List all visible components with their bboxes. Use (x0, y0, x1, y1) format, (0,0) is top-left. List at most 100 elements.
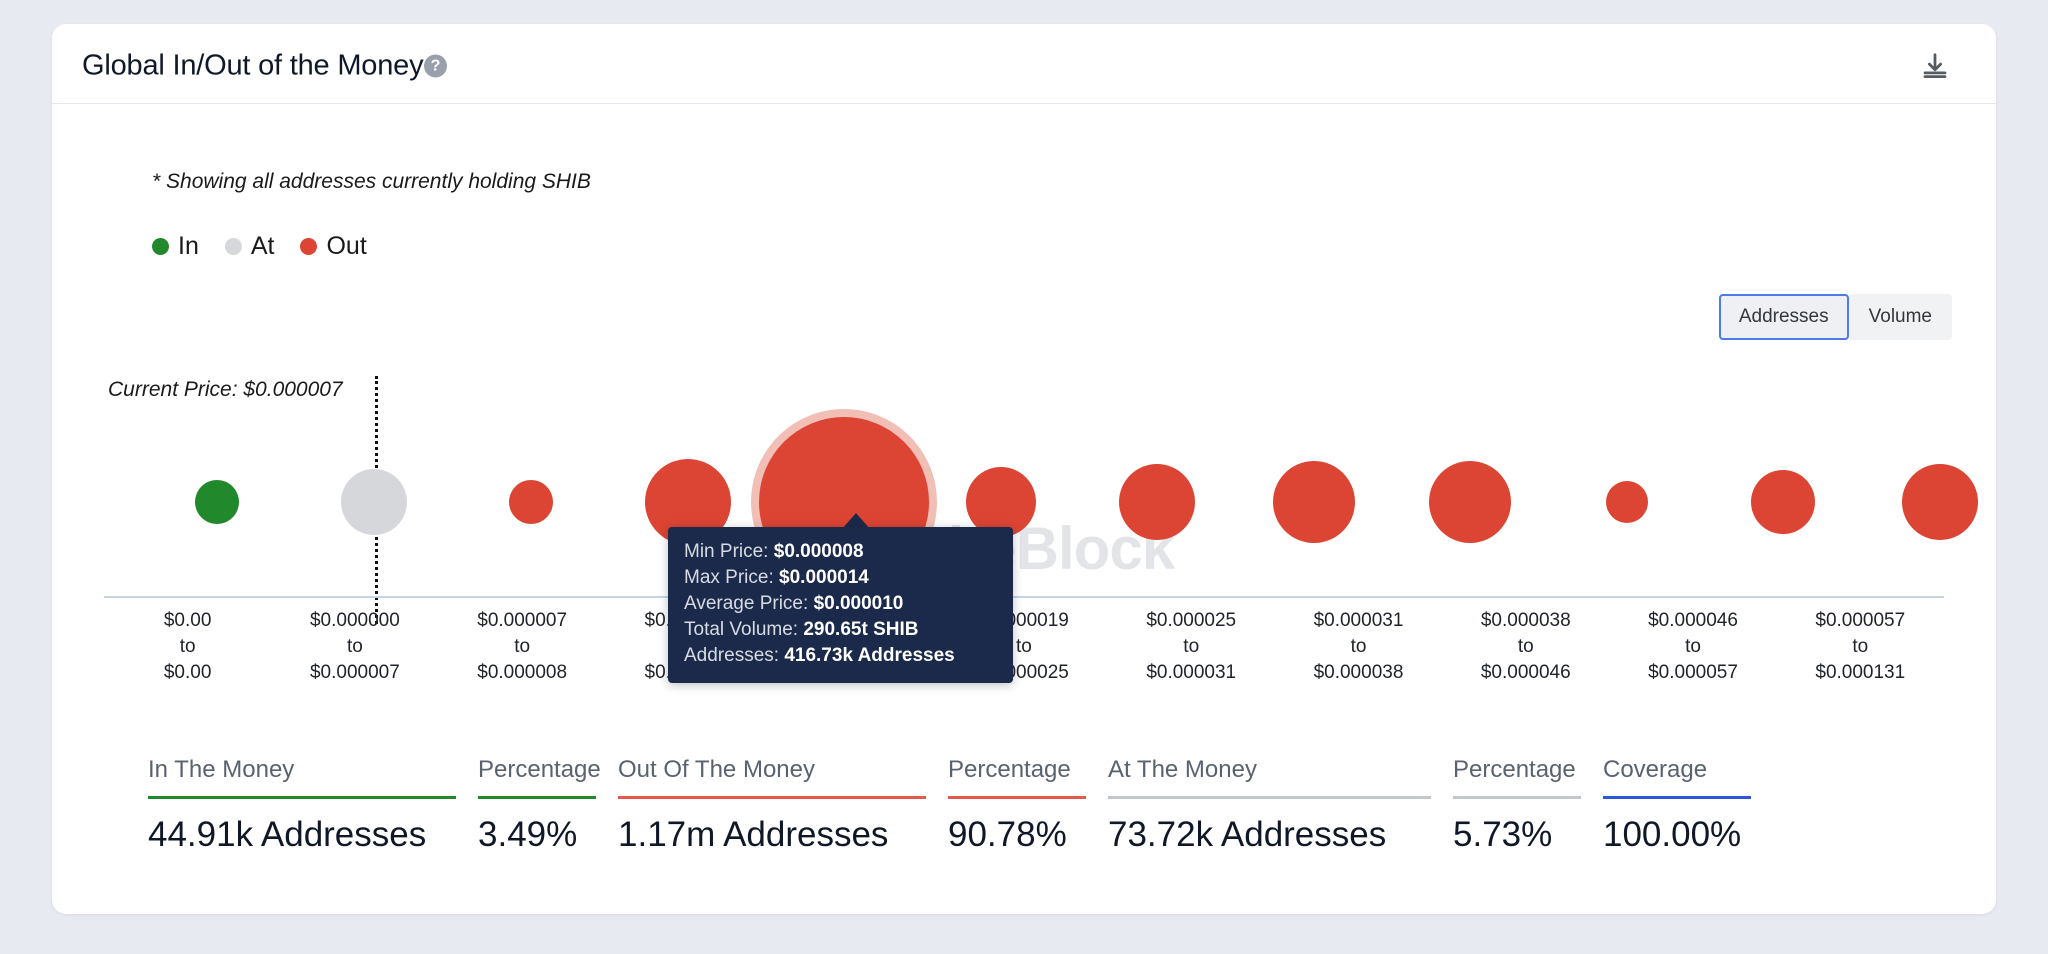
stat-label: Out Of The Money (618, 756, 815, 783)
question-mark-icon[interactable]: ? (424, 54, 447, 78)
stat-value: 100.00% (1603, 815, 1742, 854)
tab-addresses[interactable]: Addresses (1718, 294, 1849, 340)
stat-rule (148, 796, 456, 799)
legend-label-in: In (178, 232, 199, 260)
stat-in-the-money-1: In The Money 44.91k Addresses (148, 756, 478, 855)
axis-tick-from: $0.000038 (1480, 610, 1571, 631)
tooltip-value-min-price: $0.000008 (773, 541, 864, 562)
legend-label-at: At (250, 232, 275, 260)
stat-rule (1108, 796, 1431, 799)
bubble-12-out[interactable] (1902, 464, 1978, 540)
bubble-1-in[interactable] (195, 480, 239, 524)
stat-rule (618, 796, 926, 799)
tooltip-value-addresses: 416.73k Addresses (784, 645, 955, 666)
stat-value: 73.72k Addresses (1108, 815, 1387, 854)
stat-label: At The Money (1108, 756, 1257, 783)
axis-tick-from: $0.000046 (1648, 610, 1738, 631)
axis-tick-10: $0.000046 to $0.000057 (1609, 608, 1776, 686)
page-title: Global In/Out of the Money (82, 49, 424, 82)
tooltip-row-addresses: Addresses: 416.73k Addresses (684, 643, 997, 669)
axis-tick-to: $0.00 (163, 662, 212, 683)
stat-value: 3.49% (478, 815, 578, 854)
tooltip-label-addresses: Addresses: (684, 645, 780, 666)
axis-tick-3: $0.000007 to $0.000008 (439, 608, 606, 686)
stat-value: 1.17m Addresses (618, 815, 889, 854)
bubble-2-at[interactable] (341, 469, 407, 535)
axis-tick-to: $0.000031 (1146, 662, 1237, 683)
axis-tick-separator: to (346, 636, 363, 657)
stat-rule (478, 796, 596, 799)
tooltip-value-max-price: $0.000014 (779, 567, 869, 588)
bubble-10-out[interactable] (1606, 481, 1648, 523)
legend: In At Out (152, 232, 381, 261)
axis-tick-to: $0.000046 (1480, 662, 1571, 683)
current-price-label: Current Price: $0.000007 (108, 378, 343, 401)
tooltip-row-max-price: Max Price: $0.000014 (684, 565, 997, 591)
legend-label-out: Out (326, 232, 367, 260)
axis-tick-from: $0.000057 (1815, 610, 1906, 631)
axis-tick-to: $0.000131 (1815, 662, 1906, 683)
stat-rule (1453, 796, 1581, 799)
stat-value: 44.91k Addresses (148, 815, 427, 854)
bubble-3-out[interactable] (509, 480, 553, 524)
tooltip-row-average-price: Average Price: $0.000010 (684, 591, 997, 617)
stat-percentage-2: Percentage 3.49% (478, 756, 618, 855)
tooltip-label-max-price: Max Price: (684, 567, 774, 588)
axis-tick-separator: to (1350, 636, 1367, 657)
bubble-7-out[interactable] (1119, 464, 1195, 540)
axis-tick-11: $0.000057 to $0.000131 (1777, 608, 1944, 686)
tooltip-value-total-volume: 290.65t SHIB (803, 619, 919, 640)
axis-tick-2: $0.000000 to $0.000007 (271, 608, 438, 686)
stat-rule (948, 796, 1086, 799)
axis-tick-8: $0.000031 to $0.000038 (1275, 608, 1442, 686)
card-header: Global In/Out of the Money ? (52, 24, 1996, 104)
stat-percentage-6: Percentage 5.73% (1453, 756, 1603, 855)
tooltip-row-min-price: Min Price: $0.000008 (684, 539, 997, 565)
axis-tick-separator: to (1685, 636, 1701, 657)
legend-dot-out-icon (300, 238, 318, 255)
axis-tick-separator: to (179, 636, 196, 657)
stat-label: Percentage (1453, 756, 1576, 783)
axis-tick-from: $0.000007 (477, 610, 568, 631)
stat-label: In The Money (148, 756, 295, 783)
axis-tick-from: $0.000025 (1146, 610, 1237, 631)
chart-card: Global In/Out of the Money ? * Showing a… (52, 24, 1996, 914)
axis-tick-from: $0.000031 (1313, 610, 1404, 631)
tooltip-label-total-volume: Total Volume: (684, 619, 799, 640)
stat-label: Percentage (948, 756, 1071, 783)
bubble-tooltip: Min Price: $0.000008 Max Price: $0.00001… (668, 527, 1013, 683)
axis-tick-7: $0.000025 to $0.000031 (1108, 608, 1275, 686)
axis-tick-separator: to (1517, 636, 1534, 657)
axis-tick-from: $0.00 (163, 610, 212, 631)
x-axis: $0.00 to $0.00 $0.000000 to $0.000007 $0.00000… (104, 608, 1944, 686)
bubble-11-out[interactable] (1751, 470, 1815, 534)
stat-label: Percentage (478, 756, 601, 783)
axis-tick-to: $0.000057 (1648, 662, 1738, 683)
axis-baseline (104, 596, 1944, 598)
axis-tick-separator: to (1183, 636, 1200, 657)
chart-note: * Showing all addresses currently holdin… (152, 170, 591, 193)
legend-item-in[interactable]: In (152, 232, 199, 261)
stat-value: 5.73% (1453, 815, 1553, 854)
stat-coverage-7: Coverage 100.00% (1603, 756, 1773, 855)
axis-tick-to: $0.000038 (1313, 662, 1404, 683)
tab-volume[interactable]: Volume (1848, 294, 1952, 340)
axis-tick-9: $0.000038 to $0.000046 (1442, 608, 1609, 686)
stat-rule (1603, 796, 1751, 799)
metric-toggle-group: Addresses Volume (1718, 294, 1952, 340)
tooltip-row-total-volume: Total Volume: 290.65t SHIB (684, 617, 997, 643)
download-icon[interactable] (1920, 51, 1950, 81)
stat-out-of-the-money-3: Out Of The Money 1.17m Addresses (618, 756, 948, 855)
stat-value: 90.78% (948, 815, 1067, 854)
stat-at-the-money-5: At The Money 73.72k Addresses (1108, 756, 1453, 855)
legend-item-out[interactable]: Out (300, 232, 367, 261)
axis-tick-separator: to (514, 636, 531, 657)
tooltip-value-average-price: $0.000010 (813, 593, 904, 614)
axis-tick-to: $0.000007 (309, 662, 400, 683)
bubble-8-out[interactable] (1273, 461, 1355, 543)
legend-dot-at-icon (224, 238, 242, 255)
axis-tick-to: $0.000008 (477, 662, 568, 683)
legend-item-at[interactable]: At (224, 232, 275, 261)
axis-tick-from: $0.000000 (309, 610, 400, 631)
bubble-9-out[interactable] (1429, 461, 1511, 543)
